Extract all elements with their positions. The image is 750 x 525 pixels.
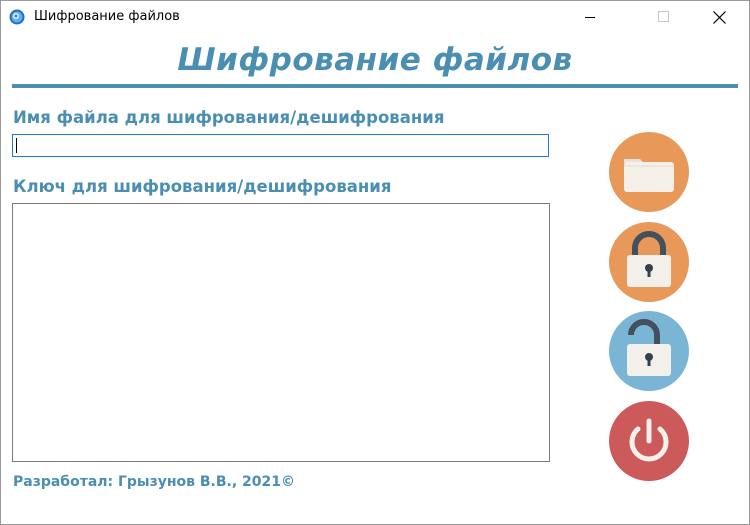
window-title: Шифрование файлов — [34, 9, 180, 24]
minimize-button[interactable] — [567, 1, 613, 33]
close-icon — [713, 11, 726, 24]
app-window: Шифрование файлов Шифрование файлов Имя … — [0, 0, 750, 525]
file-name-label: Имя файла для шифрования/дешифрования — [13, 108, 445, 127]
maximize-icon — [658, 11, 669, 22]
file-name-input[interactable] — [12, 134, 549, 157]
close-button[interactable] — [696, 1, 742, 33]
open-file-button[interactable] — [609, 132, 689, 212]
encrypt-button[interactable] — [609, 222, 689, 302]
app-icon — [9, 9, 25, 25]
key-label: Ключ для шифрования/дешифрования — [13, 177, 392, 196]
minimize-icon — [585, 17, 595, 18]
key-textarea[interactable] — [12, 203, 550, 462]
maximize-button[interactable] — [641, 1, 687, 33]
text-caret — [16, 138, 17, 153]
folder-icon — [624, 159, 674, 192]
exit-button[interactable] — [609, 401, 689, 481]
decrypt-button[interactable] — [609, 311, 689, 391]
developer-credit: Разработал: Грызунов В.В., 2021© — [13, 474, 296, 490]
header-divider — [12, 84, 738, 88]
page-title: Шифрование файлов — [177, 42, 573, 78]
title-bar[interactable]: Шифрование файлов — [1, 1, 749, 33]
